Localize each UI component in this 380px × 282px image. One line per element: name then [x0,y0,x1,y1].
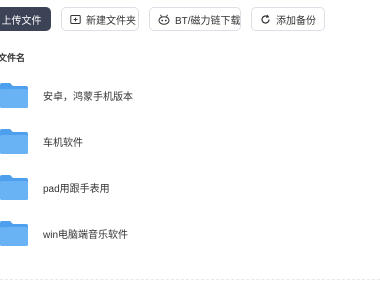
column-header-filename[interactable]: 文件名 [0,51,25,64]
list-item[interactable]: pad用跟手表用 [0,164,380,210]
folder-icon [0,128,28,154]
folder-name[interactable]: win电脑端音乐软件 [43,226,128,241]
folder-icon [0,82,28,108]
folder-name[interactable]: 安卓，鸿蒙手机版本 [43,88,133,103]
folder-name[interactable]: 车机软件 [43,134,83,149]
file-manager: 上传文件 新建文件夹 BT/磁力链下载 添加备份 文件名 安卓，鸿蒙手机版本 车… [0,0,380,282]
upload-file-button[interactable]: 上传文件 [0,7,51,31]
folder-name[interactable]: pad用跟手表用 [43,180,110,195]
divider [0,279,380,280]
new-folder-button[interactable]: 新建文件夹 [61,7,139,31]
add-backup-label: 添加备份 [276,15,316,27]
folder-icon [0,220,28,246]
refresh-icon [260,14,271,25]
list-item[interactable]: 安卓，鸿蒙手机版本 [0,72,380,118]
folder-icon [0,174,28,200]
toolbar: 上传文件 新建文件夹 BT/磁力链下载 添加备份 [0,7,325,31]
upload-file-label: 上传文件 [1,15,42,27]
list-item[interactable]: win电脑端音乐软件 [0,210,380,256]
bt-download-button[interactable]: BT/磁力链下载 [149,7,241,31]
add-backup-button[interactable]: 添加备份 [251,7,325,31]
new-folder-label: 新建文件夹 [86,15,136,27]
new-folder-icon [70,14,81,25]
bt-download-label: BT/磁力链下载 [175,15,241,27]
list-item[interactable]: 车机软件 [0,118,380,164]
bt-magnet-icon [158,14,170,25]
